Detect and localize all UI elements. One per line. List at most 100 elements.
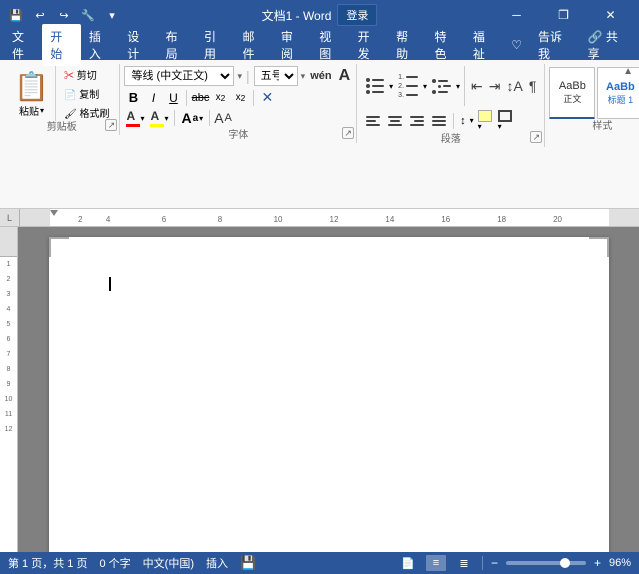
- ruler-left-indicator: L: [0, 209, 20, 226]
- font-name-dropdown[interactable]: ▾: [237, 71, 242, 82]
- superscript-button[interactable]: x2: [231, 89, 249, 107]
- menu-layout[interactable]: 布局: [158, 24, 196, 66]
- clipboard-group: 📋 粘贴 ▾ ✂ 剪切 📄 复制 🖌 格式刷 剪贴板 ↗: [4, 64, 120, 135]
- justify-button[interactable]: [429, 113, 449, 129]
- style-normal[interactable]: AaBb 正文: [549, 67, 595, 119]
- page-info: 第 1 页，共 1 页: [8, 555, 87, 571]
- page-corner-tl: [49, 237, 69, 257]
- font-dialog-launcher[interactable]: ↗: [342, 127, 354, 139]
- menu-design[interactable]: 设计: [119, 24, 157, 66]
- font-shrink-button[interactable]: A: [225, 112, 232, 124]
- window-title: 文档1 - Word 登录: [262, 4, 378, 26]
- menu-mailings[interactable]: 邮件: [234, 24, 272, 66]
- multilevel-dropdown[interactable]: ▾: [456, 82, 460, 91]
- align-right-button[interactable]: [407, 113, 427, 129]
- status-right: 📄 ≡ ≣ − + 96%: [398, 555, 631, 571]
- menu-help[interactable]: 帮助: [388, 24, 426, 66]
- clipboard-dialog-launcher[interactable]: ↗: [105, 119, 117, 131]
- line-spacing-button[interactable]: ↕: [458, 113, 468, 129]
- zoom-slider[interactable]: [506, 561, 586, 565]
- bullets-button[interactable]: [363, 75, 387, 97]
- word-count-icon: wén: [307, 69, 334, 83]
- char-spacing-button[interactable]: A a ▾: [179, 109, 205, 127]
- page-area[interactable]: [18, 227, 639, 552]
- paste-icon: 📋: [14, 70, 49, 103]
- menu-insert[interactable]: 插入: [81, 24, 119, 66]
- input-mode[interactable]: 插入: [206, 555, 228, 571]
- save-icon[interactable]: 💾: [6, 5, 26, 25]
- font-enlarge-button[interactable]: A: [214, 110, 223, 126]
- italic-button[interactable]: I: [144, 89, 162, 107]
- undo-icon[interactable]: ↩: [30, 5, 50, 25]
- word-count: 0 个字: [99, 555, 130, 571]
- ribbon-collapse-button[interactable]: ▲: [623, 66, 633, 77]
- zoom-out-button[interactable]: −: [491, 556, 498, 570]
- menu-references[interactable]: 引用: [196, 24, 234, 66]
- first-line-indent[interactable]: [50, 210, 58, 216]
- customize-icon[interactable]: 🔧: [78, 5, 98, 25]
- horizontal-ruler: L 2 4 6 8 10 12 14 16 18 20: [0, 209, 639, 227]
- cut-button[interactable]: ✂ 剪切: [60, 66, 113, 83]
- menu-review[interactable]: 审阅: [273, 24, 311, 66]
- menu-bar: 文件 开始 插入 设计 布局 引用 邮件 审阅 视图 开发 帮助 特色 福祉 ♡…: [0, 30, 639, 60]
- document-container: 1 2 3 4 5 6 7 8 9 10 11 12: [0, 227, 639, 552]
- text-cursor: [109, 277, 111, 291]
- paste-dropdown-arrow[interactable]: ▾: [40, 106, 44, 115]
- status-bar: 第 1 页，共 1 页 0 个字 中文(中国) 插入 💾 📄 ≡ ≣ − + 9…: [0, 552, 639, 574]
- copy-button[interactable]: 📄 复制: [60, 85, 113, 102]
- align-left-button[interactable]: [363, 113, 383, 129]
- font-name-select[interactable]: 等线 (中文正文): [124, 66, 234, 86]
- font-group: 等线 (中文正文) ▾ | 五号 ▾ wén A B I U abc x2 x2: [120, 64, 357, 143]
- menu-share[interactable]: 🔗 共享: [580, 24, 635, 66]
- status-left: 第 1 页，共 1 页 0 个字 中文(中国) 插入 💾: [8, 555, 256, 571]
- read-view-button[interactable]: 📄: [398, 555, 418, 571]
- menu-tell-me[interactable]: 告诉我: [530, 24, 580, 66]
- language[interactable]: 中文(中国): [143, 555, 194, 571]
- font-size-select[interactable]: 五号: [254, 66, 298, 86]
- increase-indent-button[interactable]: ⇥: [487, 76, 503, 97]
- menu-developer[interactable]: 开发: [350, 24, 388, 66]
- paragraph-group: ▾ 1. 2. 3. ▾ ▾ ⇤ ⇥: [357, 64, 545, 147]
- ribbon: 📋 粘贴 ▾ ✂ 剪切 📄 复制 🖌 格式刷 剪贴板 ↗: [0, 60, 639, 209]
- decrease-indent-button[interactable]: ⇤: [469, 76, 485, 97]
- login-button[interactable]: 登录: [337, 4, 377, 26]
- menu-special[interactable]: 特色: [426, 24, 464, 66]
- line-spacing-dropdown[interactable]: ▾: [470, 116, 474, 125]
- font-aa-large[interactable]: A: [337, 66, 353, 86]
- highlight-color-button[interactable]: A ▾: [148, 109, 170, 127]
- align-center-button[interactable]: [385, 113, 405, 129]
- underline-button[interactable]: U: [164, 89, 182, 107]
- menu-file[interactable]: 文件: [4, 24, 42, 66]
- paste-button[interactable]: 📋 粘贴 ▾: [8, 66, 56, 121]
- save-status-icon: 💾: [240, 555, 256, 571]
- page-corner-tr: [589, 237, 609, 257]
- menu-view[interactable]: 视图: [311, 24, 349, 66]
- sort-button[interactable]: ↕A: [505, 76, 525, 96]
- subscript-button[interactable]: x2: [211, 89, 229, 107]
- bold-button[interactable]: B: [124, 89, 142, 107]
- font-size-dropdown[interactable]: ▾: [301, 71, 306, 82]
- para-mark-button[interactable]: ¶: [527, 76, 539, 96]
- numbering-dropdown[interactable]: ▾: [423, 82, 427, 91]
- font-color-button[interactable]: A ▾: [124, 109, 146, 127]
- menu-heart[interactable]: ♡: [503, 34, 530, 56]
- web-view-button[interactable]: ≣: [454, 555, 474, 571]
- strikethrough-button[interactable]: abc: [191, 89, 209, 107]
- dropdown-icon[interactable]: ▾: [102, 5, 122, 25]
- menu-home[interactable]: 开始: [42, 24, 80, 66]
- numbering-button[interactable]: 1. 2. 3.: [395, 71, 421, 102]
- print-view-button[interactable]: ≡: [426, 555, 446, 571]
- clear-format-button[interactable]: ✕: [258, 88, 276, 107]
- zoom-thumb[interactable]: [560, 558, 570, 568]
- quick-access-toolbar: 💾 ↩ ↪ 🔧 ▾: [6, 5, 122, 25]
- font-size-controls: A A: [214, 110, 232, 126]
- paragraph-dialog-launcher[interactable]: ↗: [530, 131, 542, 143]
- redo-icon[interactable]: ↪: [54, 5, 74, 25]
- multilevel-button[interactable]: [429, 76, 454, 97]
- zoom-level[interactable]: 96%: [609, 557, 631, 569]
- menu-welfare[interactable]: 福祉: [465, 24, 503, 66]
- bullets-dropdown[interactable]: ▾: [389, 82, 393, 91]
- zoom-in-button[interactable]: +: [594, 556, 601, 570]
- vertical-ruler: 1 2 3 4 5 6 7 8 9 10 11 12: [0, 227, 18, 552]
- ruler-scale[interactable]: 2 4 6 8 10 12 14 16 18 20: [20, 209, 639, 226]
